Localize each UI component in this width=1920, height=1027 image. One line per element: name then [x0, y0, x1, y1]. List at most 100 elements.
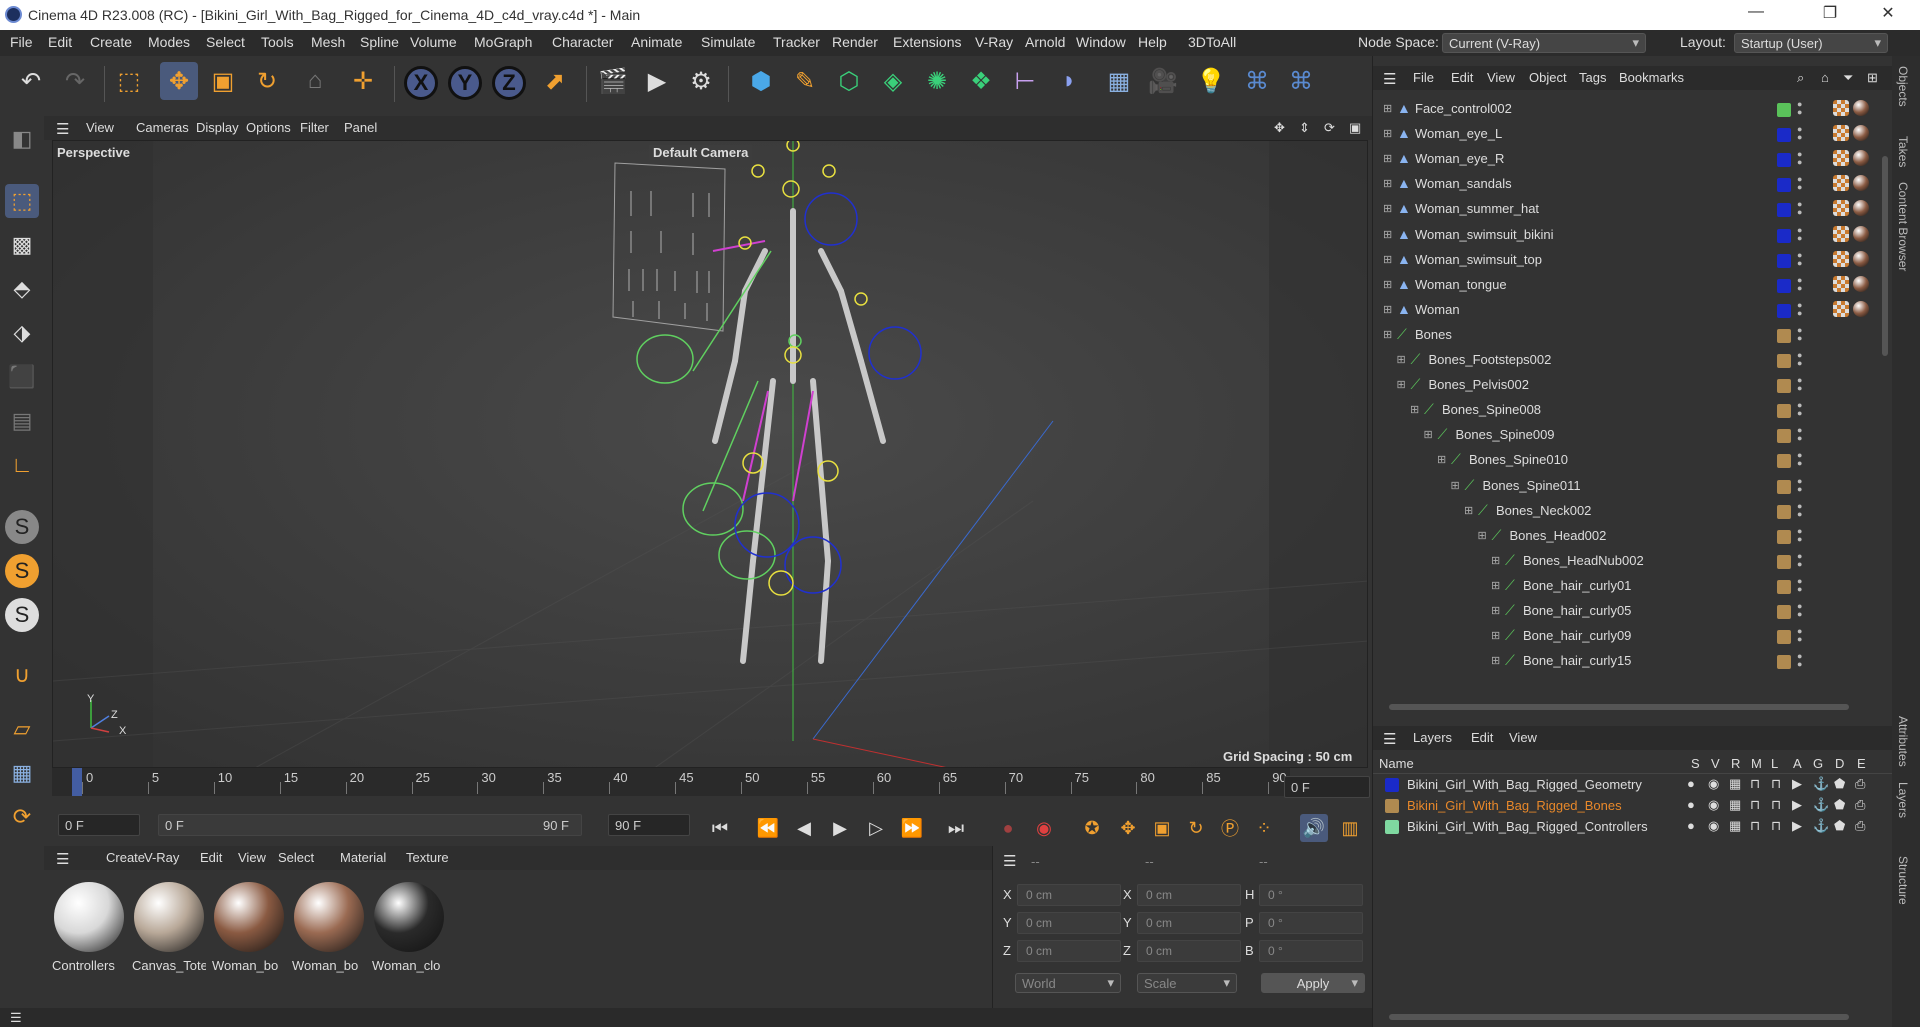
layer-color-swatch[interactable] [1385, 820, 1399, 834]
material-menu-v-ray[interactable]: V-Ray [144, 850, 179, 865]
layer-menu-edit[interactable]: Edit [1471, 730, 1493, 745]
layer-color-swatch[interactable] [1777, 579, 1791, 594]
layer-name[interactable]: Bikini_Girl_With_Bag_Rigged_Controllers [1407, 819, 1648, 834]
menu-tracker[interactable]: Tracker [773, 34, 820, 50]
key-scale-icon[interactable]: ▣ [1148, 814, 1176, 842]
frame-range-slider[interactable]: 0 F 90 F [158, 814, 582, 836]
layer-column-a[interactable]: A [1793, 756, 1802, 771]
generator-icon[interactable]: ⚓ [1813, 818, 1829, 834]
layer-color-swatch[interactable] [1777, 303, 1791, 318]
menu-edit[interactable]: Edit [48, 34, 72, 50]
object-row[interactable]: ⊞ ⟋ Bones_Spine011 ● ● [1373, 473, 1873, 498]
object-row[interactable]: ⊞ ▲ Woman_summer_hat ● ● [1373, 196, 1873, 221]
visibility-dots-icon[interactable]: ●● [1797, 576, 1802, 593]
tree-expand-icon[interactable]: ⊞ [1478, 529, 1487, 542]
material-menu-create[interactable]: Create [106, 850, 145, 865]
menu-extensions[interactable]: Extensions [893, 34, 961, 50]
tree-expand-icon[interactable]: ⊞ [1383, 102, 1392, 115]
object-row[interactable]: ⊞ ⟋ Bones_Spine008 ● ● [1373, 397, 1873, 422]
visibility-dots-icon[interactable]: ●● [1797, 627, 1802, 644]
make-editable-icon[interactable]: ◧ [5, 122, 39, 156]
solo-icon[interactable]: ● [1687, 797, 1695, 812]
object-scrollbar[interactable] [1882, 156, 1888, 356]
material-swatch[interactable]: Canvas_Tote [132, 882, 206, 982]
field-icon[interactable]: ◗ [1050, 62, 1088, 100]
deformer-icon[interactable]: ⬟ [1834, 818, 1845, 834]
side-tab-attributes[interactable]: Attributes [1896, 716, 1910, 767]
mograph-icon[interactable]: ❖ [962, 62, 1000, 100]
model-mode-icon[interactable]: ⬚ [5, 184, 39, 218]
tree-expand-icon[interactable]: ⊞ [1397, 378, 1406, 391]
manager-icon[interactable]: ⊓ [1750, 797, 1760, 813]
object-row[interactable]: ⊞ ▲ Woman_tongue ● ● [1373, 272, 1873, 297]
visibility-dots-icon[interactable]: ●● [1797, 250, 1802, 267]
scale-tool-icon[interactable]: ▣ [204, 62, 242, 100]
timeline-window-icon[interactable]: ▥ [1336, 814, 1364, 842]
layer-column-m[interactable]: M [1751, 756, 1762, 771]
menu-3dtoall[interactable]: 3DToAll [1188, 34, 1236, 50]
generator-icon[interactable]: ⚓ [1813, 776, 1829, 792]
pen-icon[interactable]: ✎ [786, 62, 824, 100]
layer-menu-layers[interactable]: Layers [1413, 730, 1452, 745]
floor-icon[interactable]: ▦ [1100, 62, 1138, 100]
viewport-menu-filter[interactable]: Filter [300, 120, 329, 135]
menu-window[interactable]: Window [1076, 34, 1126, 50]
timeline-playhead[interactable] [72, 768, 82, 796]
key-position-icon[interactable]: ✥ [1114, 814, 1142, 842]
visible-icon[interactable]: ◉ [1708, 818, 1719, 834]
menu-mesh[interactable]: Mesh [311, 34, 345, 50]
status-hamburger-icon[interactable]: ☰ [10, 1010, 22, 1026]
next-key-icon[interactable]: ⏩ [898, 814, 926, 842]
visibility-dots-icon[interactable]: ●● [1797, 451, 1802, 468]
visibility-dots-icon[interactable]: ●● [1797, 526, 1802, 543]
viewport-menu-display[interactable]: Display [196, 120, 239, 135]
coordinate-space-select[interactable]: World [1015, 973, 1121, 993]
tree-expand-icon[interactable]: ⊞ [1491, 554, 1500, 567]
visibility-dots-icon[interactable]: ●● [1797, 551, 1802, 568]
object-row[interactable]: ⊞ ⟋ Bones_Neck002 ● ● [1373, 498, 1873, 523]
checker-tag-icon[interactable] [1833, 250, 1849, 267]
material-menu-select[interactable]: Select [278, 850, 314, 865]
next-frame-icon[interactable]: ▷ [862, 814, 890, 842]
record-active-icon[interactable]: ● [994, 814, 1022, 842]
layer-color-swatch[interactable] [1777, 153, 1791, 168]
redo-icon[interactable]: ↷ [56, 62, 94, 100]
render-settings-icon[interactable]: ⚙ [682, 62, 720, 100]
viewport-zoom-icon[interactable]: ⇕ [1299, 120, 1310, 136]
layer-hamburger-icon[interactable]: ☰ [1383, 730, 1396, 748]
visibility-dots-icon[interactable]: ●● [1797, 125, 1802, 142]
viewport-hamburger-icon[interactable]: ☰ [56, 120, 69, 138]
object-menu-view[interactable]: View [1487, 70, 1515, 85]
material-swatch[interactable]: Woman_clo [372, 882, 446, 982]
uv-mode-icon[interactable]: ▤ [5, 404, 39, 438]
object-row[interactable]: ⊞ ▲ Woman_eye_R ● ● [1373, 146, 1873, 171]
object-menu-bookmarks[interactable]: Bookmarks [1619, 70, 1684, 85]
menu-simulate[interactable]: Simulate [701, 34, 755, 50]
checker-tag-icon[interactable] [1833, 225, 1849, 242]
coord-position-field[interactable]: 0 cm [1017, 884, 1121, 906]
coord-rotation-field[interactable]: 0 ° [1259, 912, 1363, 934]
layer-color-swatch[interactable] [1777, 554, 1791, 569]
tree-expand-icon[interactable]: ⊞ [1383, 328, 1392, 341]
render-icon[interactable]: ▦ [1729, 818, 1741, 834]
checker-tag-icon[interactable] [1833, 300, 1849, 317]
visible-icon[interactable]: ◉ [1708, 776, 1719, 792]
side-tab-structure[interactable]: Structure [1896, 856, 1910, 905]
go-to-start-icon[interactable]: ⏮ [706, 814, 734, 842]
coord-rotation-field[interactable]: 0 ° [1259, 884, 1363, 906]
object-row[interactable]: ⊞ ▲ Woman_eye_L ● ● [1373, 121, 1873, 146]
object-row[interactable]: ⊞ ▲ Face_control002 ● ● [1373, 96, 1873, 121]
checker-tag-icon[interactable] [1833, 150, 1849, 167]
object-hamburger-icon[interactable]: ☰ [1383, 70, 1396, 88]
tree-expand-icon[interactable]: ⊞ [1464, 504, 1473, 517]
side-tab-takes[interactable]: Takes [1896, 136, 1910, 167]
layer-color-swatch[interactable] [1777, 429, 1791, 444]
material-tag-icon[interactable] [1853, 100, 1869, 116]
magnet-icon[interactable]: ∪ [5, 658, 39, 692]
material-swatch[interactable]: Woman_bo [292, 882, 366, 982]
layer-color-swatch[interactable] [1777, 504, 1791, 519]
menu-help[interactable]: Help [1138, 34, 1167, 50]
object-row[interactable]: ⊞ ▲ Woman_sandals ● ● [1373, 171, 1873, 196]
object-home-icon[interactable]: ⌂ [1821, 70, 1829, 85]
coord-position-field[interactable]: 0 cm [1017, 940, 1121, 962]
